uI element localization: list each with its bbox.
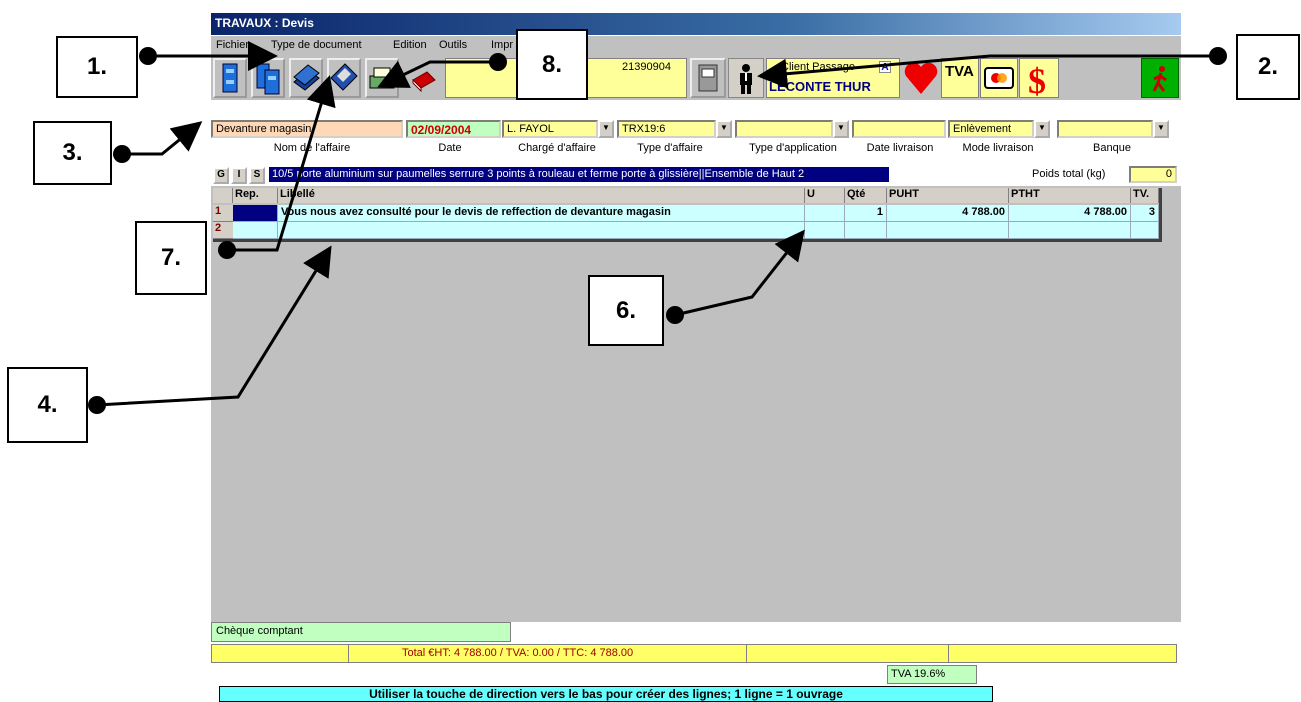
annotation-arrows	[88, 41, 1227, 414]
callout-1: 1.	[56, 36, 138, 98]
callout-7: 7.	[135, 221, 207, 295]
callout-4: 4.	[7, 367, 88, 443]
callout-6: 6.	[588, 275, 664, 346]
callout-8: 8.	[516, 29, 588, 100]
callout-2: 2.	[1236, 34, 1300, 100]
callout-3: 3.	[33, 121, 112, 185]
